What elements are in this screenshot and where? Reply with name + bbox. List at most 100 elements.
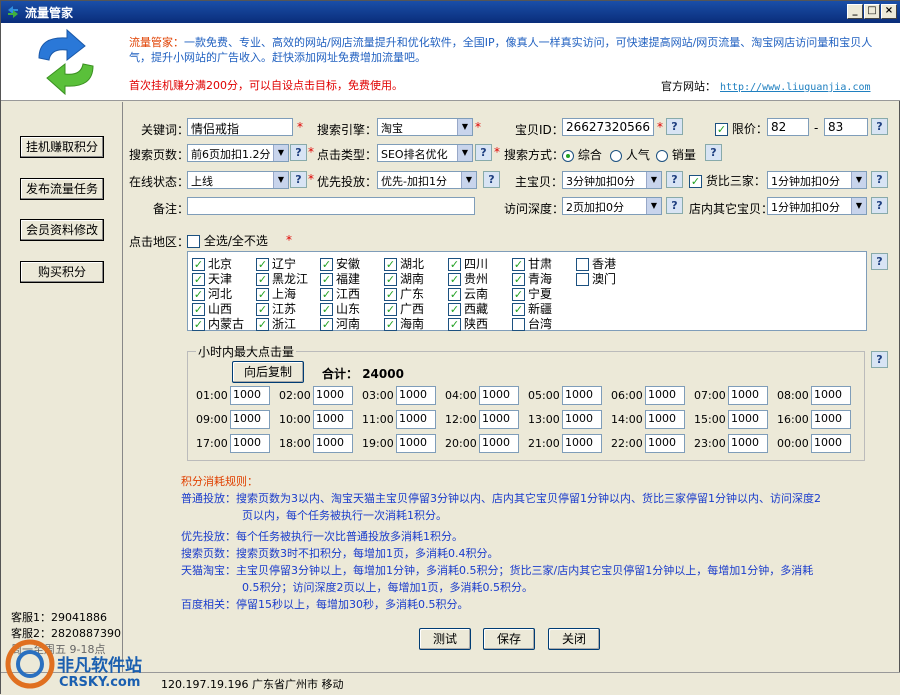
keyword-label: 关键词： xyxy=(141,123,190,137)
buy-points-button[interactable]: 购买积分 xyxy=(20,261,104,283)
depth-select[interactable]: 2页加扣0分 ▼ xyxy=(562,197,662,215)
region-item[interactable]: ✓ 内蒙古 xyxy=(192,315,244,332)
region-item[interactable]: ✓ 浙江 xyxy=(256,315,296,332)
mode-combined[interactable]: 综合 xyxy=(562,146,602,163)
main-item-select[interactable]: 3分钟加扣0分 ▼ xyxy=(562,171,662,189)
close-window-button[interactable]: × xyxy=(881,4,897,19)
chevron-down-icon: ▼ xyxy=(646,172,661,188)
hour-clicks-input[interactable]: 1000 xyxy=(645,410,685,429)
logo-arrows-icon xyxy=(38,28,94,96)
help-icon[interactable]: ? xyxy=(871,118,888,135)
price-max-input[interactable]: 83 xyxy=(824,118,868,136)
help-icon[interactable]: ? xyxy=(666,171,683,188)
site-link[interactable]: http://www.liuguanjia.com xyxy=(720,82,871,93)
edit-profile-button[interactable]: 会员资料修改 xyxy=(20,219,104,241)
region-checkbox[interactable]: ✓ xyxy=(320,318,333,331)
hour-label: 06:00 xyxy=(611,389,643,402)
hour-clicks-input[interactable]: 1000 xyxy=(811,386,851,405)
select-all[interactable]: 全选/全不选 xyxy=(187,232,268,249)
select-all-checkbox[interactable] xyxy=(187,235,200,248)
help-icon[interactable]: ? xyxy=(705,144,722,161)
required-mark: * xyxy=(475,120,481,134)
hour-clicks-input[interactable]: 1000 xyxy=(562,410,602,429)
region-item[interactable]: 台湾 xyxy=(512,315,552,332)
engine-select[interactable]: 淘宝 ▼ xyxy=(377,118,473,136)
help-icon[interactable]: ? xyxy=(483,171,500,188)
hour-clicks-input[interactable]: 1000 xyxy=(562,386,602,405)
chevron-down-icon: ▼ xyxy=(273,145,288,161)
mode-popularity[interactable]: 人气 xyxy=(610,146,650,163)
earn-points-button[interactable]: 挂机赚取积分 xyxy=(20,136,104,158)
hour-clicks-input[interactable]: 1000 xyxy=(728,434,768,453)
hour-clicks-input[interactable]: 1000 xyxy=(396,434,436,453)
help-icon[interactable]: ? xyxy=(871,197,888,214)
hour-clicks-input[interactable]: 1000 xyxy=(479,386,519,405)
region-checkbox[interactable]: ✓ xyxy=(256,318,269,331)
close-button[interactable]: 关闭 xyxy=(548,628,600,650)
region-checkbox[interactable] xyxy=(576,273,589,286)
help-icon[interactable]: ? xyxy=(871,171,888,188)
maximize-button[interactable]: □ xyxy=(864,4,880,19)
save-button[interactable]: 保存 xyxy=(483,628,535,650)
price-min-input[interactable]: 82 xyxy=(767,118,809,136)
copy-forward-button[interactable]: 向后复制 xyxy=(232,361,304,383)
help-icon[interactable]: ? xyxy=(871,253,888,270)
clicktype-select[interactable]: SEO排名优化 ▼ xyxy=(377,144,473,162)
region-checkbox[interactable]: ✓ xyxy=(384,318,397,331)
region-item[interactable]: ✓ 陕西 xyxy=(448,315,488,332)
region-checkbox[interactable] xyxy=(512,318,525,331)
pages-select[interactable]: 前6页加扣1.2分 ▼ xyxy=(187,144,289,162)
mode-sales[interactable]: 销量 xyxy=(656,146,696,163)
region-item[interactable]: ✓ 河南 xyxy=(320,315,360,332)
price-limit-checkbox[interactable]: ✓ xyxy=(715,123,728,136)
region-item[interactable]: ✓ 海南 xyxy=(384,315,424,332)
radio-popularity[interactable] xyxy=(610,149,622,162)
publish-task-button[interactable]: 发布流量任务 xyxy=(20,178,104,200)
compare-value: 1分钟加扣0分 xyxy=(771,175,840,188)
region-name: 天津 xyxy=(208,272,233,286)
radio-combined[interactable] xyxy=(562,149,574,162)
help-icon[interactable]: ? xyxy=(666,118,683,135)
hour-clicks-input[interactable]: 1000 xyxy=(230,410,270,429)
region-checkbox[interactable]: ✓ xyxy=(448,318,461,331)
hour-clicks-input[interactable]: 1000 xyxy=(728,410,768,429)
minimize-button[interactable]: _ xyxy=(847,4,863,19)
hour-clicks-input[interactable]: 1000 xyxy=(728,386,768,405)
test-button[interactable]: 测试 xyxy=(419,628,471,650)
hour-clicks-input[interactable]: 1000 xyxy=(230,434,270,453)
hour-clicks-input[interactable]: 1000 xyxy=(811,410,851,429)
region-checkbox[interactable]: ✓ xyxy=(192,318,205,331)
hour-clicks-input[interactable]: 1000 xyxy=(645,386,685,405)
hour-clicks-input[interactable]: 1000 xyxy=(396,410,436,429)
pages-value: 前6页加扣1.2分 xyxy=(191,148,271,161)
note-input[interactable] xyxy=(187,197,475,215)
help-icon[interactable]: ? xyxy=(871,351,888,368)
itemid-input[interactable]: 26627320566 xyxy=(562,118,654,136)
compare-checkbox[interactable]: ✓ xyxy=(689,175,702,188)
hour-clicks-input[interactable]: 1000 xyxy=(313,434,353,453)
help-icon[interactable]: ? xyxy=(290,144,307,161)
ip-location: 120.197.19.196 广东省广州市 移动 xyxy=(161,678,344,691)
hour-clicks-input[interactable]: 1000 xyxy=(479,410,519,429)
keyword-input[interactable]: 情侣戒指 xyxy=(187,118,293,136)
online-select[interactable]: 上线 ▼ xyxy=(187,171,289,189)
other-items-select[interactable]: 1分钟加扣0分 ▼ xyxy=(767,197,867,215)
hour-label: 05:00 xyxy=(528,389,560,402)
hour-clicks-input[interactable]: 1000 xyxy=(313,410,353,429)
hour-clicks-input[interactable]: 1000 xyxy=(562,434,602,453)
hour-clicks-input[interactable]: 1000 xyxy=(396,386,436,405)
hour-clicks-input[interactable]: 1000 xyxy=(479,434,519,453)
hour-clicks-input[interactable]: 1000 xyxy=(313,386,353,405)
help-icon[interactable]: ? xyxy=(475,144,492,161)
region-item[interactable]: 澳门 xyxy=(576,270,616,287)
help-icon[interactable]: ? xyxy=(290,171,307,188)
priority-select[interactable]: 优先-加扣1分 ▼ xyxy=(377,171,477,189)
hour-clicks-input[interactable]: 1000 xyxy=(230,386,270,405)
required-mark: * xyxy=(494,145,500,159)
radio-sales[interactable] xyxy=(656,149,668,162)
priority-value: 优先-加扣1分 xyxy=(381,175,447,188)
help-icon[interactable]: ? xyxy=(666,197,683,214)
hour-clicks-input[interactable]: 1000 xyxy=(645,434,685,453)
compare-select[interactable]: 1分钟加扣0分 ▼ xyxy=(767,171,867,189)
hour-clicks-input[interactable]: 1000 xyxy=(811,434,851,453)
